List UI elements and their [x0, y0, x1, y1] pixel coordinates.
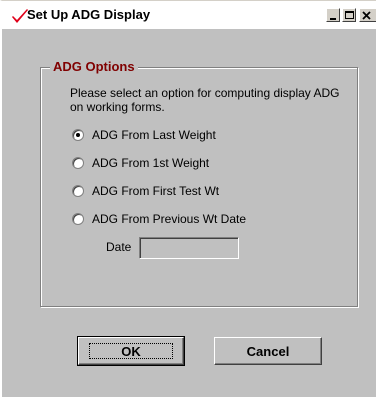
radio-adg-first-weight[interactable]: ADG From 1st Weight: [72, 155, 209, 171]
ok-button-label: OK: [89, 343, 173, 359]
date-label: Date: [106, 240, 132, 254]
window-title: Set Up ADG Display: [27, 7, 151, 22]
radio-label: ADG From First Test Wt: [92, 184, 220, 198]
maximize-icon: [345, 11, 354, 19]
radio-button[interactable]: [72, 157, 84, 169]
close-button[interactable]: [359, 8, 376, 22]
radio-adg-previous-wt-date[interactable]: ADG From Previous Wt Date: [72, 211, 246, 227]
radio-label: ADG From 1st Weight: [92, 156, 210, 170]
dialog-window: Set Up ADG Display ADG Options Please se…: [0, 0, 376, 397]
radio-adg-first-test-wt[interactable]: ADG From First Test Wt: [72, 183, 219, 199]
radio-button[interactable]: [72, 213, 84, 225]
option-description: Please select an option for computing di…: [70, 86, 340, 114]
radio-adg-last-weight[interactable]: ADG From Last Weight: [72, 127, 216, 143]
date-field[interactable]: [139, 237, 239, 259]
title-bar[interactable]: Set Up ADG Display: [2, 1, 376, 29]
minimize-icon: [330, 18, 336, 20]
radio-label: ADG From Last Weight: [92, 128, 216, 142]
maximize-button[interactable]: [342, 8, 356, 22]
minimize-button[interactable]: [326, 8, 340, 22]
ok-button[interactable]: OK: [77, 336, 185, 366]
radio-label: ADG From Previous Wt Date: [92, 212, 247, 226]
cancel-button[interactable]: Cancel: [214, 337, 322, 365]
radio-button-checked[interactable]: [72, 129, 84, 141]
group-title: ADG Options: [50, 59, 138, 74]
close-icon: [362, 11, 371, 20]
radio-button[interactable]: [72, 185, 84, 197]
